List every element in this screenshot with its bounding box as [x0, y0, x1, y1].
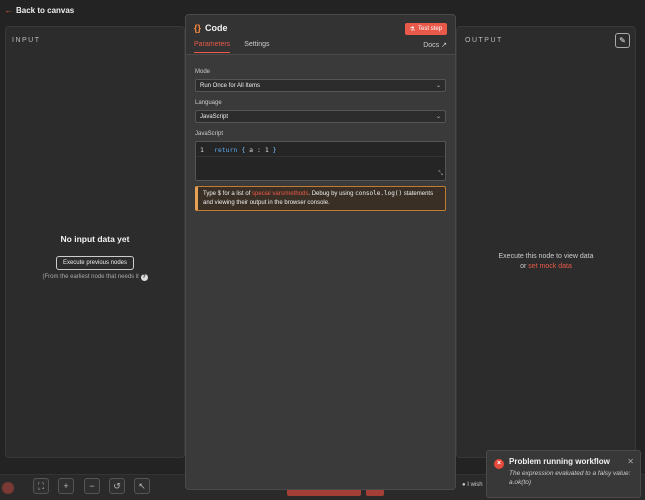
test-step-button[interactable]: ⚗ Test step — [404, 23, 447, 35]
set-mock-data-link[interactable]: set mock data — [528, 263, 572, 270]
back-to-canvas-link[interactable]: ← Back to canvas — [4, 5, 74, 15]
input-panel: INPUT No input data yet Execute previous… — [5, 26, 185, 458]
edit-output-button[interactable]: ✎ — [615, 33, 630, 48]
input-hint-text: (From the earliest node that needs it — [42, 274, 139, 280]
error-icon: × — [494, 459, 504, 469]
toast-message: The expression evaluated to a falsy valu… — [509, 470, 631, 486]
external-link-icon: ↗ — [441, 42, 447, 49]
resize-handle-icon[interactable]: ⤡ — [438, 170, 443, 178]
code-open-brace: { — [241, 146, 246, 154]
arrow-left-icon: ← — [4, 5, 13, 15]
wish-feedback[interactable]: ● I wish — [462, 482, 483, 488]
pointer-icon[interactable]: ↖ — [134, 478, 150, 494]
toast-title: Problem running workflow — [509, 457, 610, 466]
test-step-label: Test step — [417, 26, 442, 32]
mode-select[interactable]: Run Once for All Items ⌄ — [195, 79, 446, 92]
code-divider — [196, 156, 445, 157]
line-number: 1 — [200, 146, 204, 154]
docs-link[interactable]: Docs ↗ — [423, 41, 447, 49]
code-braces-icon: {} — [194, 23, 202, 33]
language-value: JavaScript — [200, 113, 229, 120]
wish-text: I wish — [467, 482, 483, 488]
question-icon[interactable]: ? — [140, 274, 148, 281]
undo-icon[interactable]: ↺ — [109, 478, 125, 494]
code-editor[interactable]: 1 return { a : 1 } ⤡ — [195, 141, 446, 181]
fit-view-icon[interactable]: ⛶ — [33, 478, 49, 494]
node-title: {} Code — [194, 23, 228, 33]
output-panel: OUTPUT ✎ Execute this node to view data … — [456, 26, 636, 458]
notice-code: console.log() — [355, 190, 403, 197]
node-parameters: Mode Run Once for All Items ⌄ Language J… — [186, 55, 455, 211]
node-tabs: Parameters Settings — [194, 41, 269, 53]
code-notice: Type $ for a list of special vars/method… — [195, 186, 446, 211]
bulb-icon: ● — [462, 482, 466, 488]
zoom-out-icon[interactable]: − — [84, 478, 100, 494]
execute-previous-nodes-button[interactable]: Execute previous nodes — [55, 256, 135, 270]
code-node-panel: {} Code ⚗ Test step Parameters Settings … — [185, 14, 456, 490]
avatar[interactable] — [2, 482, 14, 494]
input-panel-label: INPUT — [12, 37, 41, 44]
flask-icon: ⚗ — [409, 26, 415, 33]
language-select[interactable]: JavaScript ⌄ — [195, 110, 446, 123]
output-empty-text: Execute this node to view data — [498, 253, 594, 260]
docs-label: Docs — [423, 42, 440, 49]
output-panel-label: OUTPUT — [465, 37, 503, 44]
notice-mid: . Debug by using — [308, 191, 354, 197]
chevron-down-icon: ⌄ — [435, 83, 441, 89]
special-vars-link[interactable]: special vars/methods — [252, 191, 308, 197]
pencil-icon: ✎ — [619, 36, 626, 45]
code-body: a : 1 — [249, 146, 269, 154]
input-hint: (From the earliest node that needs it ? — [6, 274, 184, 281]
tab-settings[interactable]: Settings — [244, 41, 269, 53]
code-close-brace: } — [272, 146, 277, 154]
code-label: JavaScript — [195, 131, 224, 137]
close-icon[interactable]: ✕ — [627, 457, 634, 466]
language-label: Language — [195, 100, 222, 106]
output-or-text: or — [520, 263, 527, 270]
notice-pre: Type $ for a list of — [203, 191, 251, 197]
output-empty-state: Execute this node to view data or set mo… — [457, 252, 635, 272]
mode-value: Run Once for All Items — [200, 82, 261, 89]
code-keyword: return — [213, 146, 238, 154]
node-header: {} Code ⚗ Test step Parameters Settings … — [186, 15, 455, 55]
node-title-text[interactable]: Code — [205, 23, 228, 33]
back-to-canvas-label: Back to canvas — [16, 5, 75, 15]
error-toast: × Problem running workflow The expressio… — [486, 450, 641, 498]
tab-parameters[interactable]: Parameters — [194, 41, 231, 53]
chevron-down-icon: ⌄ — [435, 114, 441, 120]
no-input-title: No input data yet — [60, 234, 130, 244]
code-line: 1 return { a : 1 } — [200, 146, 277, 154]
zoom-in-icon[interactable]: + — [58, 478, 74, 494]
input-empty-state: No input data yet Execute previous nodes… — [6, 234, 184, 281]
mode-label: Mode — [195, 69, 211, 75]
